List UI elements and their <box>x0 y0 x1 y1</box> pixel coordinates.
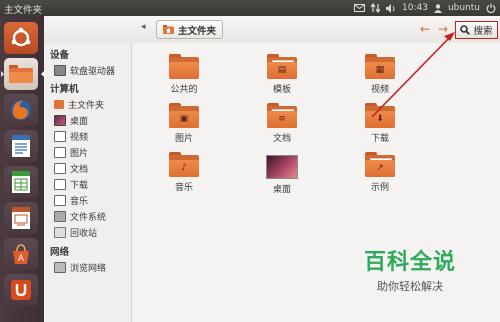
computer-header: 计算机 <box>50 84 79 95</box>
sidebar-item-music[interactable]: 音乐 <box>54 194 88 207</box>
downloads-folder-icon: ⬇ <box>365 103 395 128</box>
location-button-home[interactable]: 主文件夹 <box>156 20 224 39</box>
sidebar-item-label: 视频 <box>70 133 89 143</box>
user-name[interactable]: ubuntu <box>448 3 480 13</box>
sidebar-item-label: 主文件夹 <box>68 101 105 111</box>
documents-folder-icon: ≡ <box>267 103 297 128</box>
devices-header: 设备 <box>50 50 70 61</box>
watermark: 百科全说 助你轻松解决 <box>350 244 470 296</box>
search-button[interactable]: 搜索 <box>455 21 498 39</box>
desktop-folder-icon <box>266 155 298 179</box>
pictures-icon <box>54 147 66 158</box>
network-arrows-icon[interactable] <box>371 3 380 13</box>
home-folder-icon <box>54 100 64 109</box>
ubuntu-one-icon[interactable] <box>4 274 38 306</box>
network-icon <box>54 262 66 273</box>
examples-folder-icon: ↗ <box>365 152 395 177</box>
dash-home-icon[interactable] <box>4 22 38 54</box>
file-item-pictures[interactable]: ▣ 图片 <box>156 103 212 144</box>
sidebar-item-filesystem[interactable]: 文件系统 <box>54 210 106 223</box>
trash-icon <box>54 227 66 238</box>
music-folder-icon: ♪ <box>169 152 199 177</box>
sidebar-item-label: 文件系统 <box>70 213 107 223</box>
file-item-downloads[interactable]: ⬇ 下载 <box>352 103 408 144</box>
file-item-templates[interactable]: ▤ 模板 <box>254 54 310 95</box>
pictures-folder-icon: ▣ <box>169 103 199 128</box>
sidebar-item-label: 软盘驱动器 <box>70 67 116 77</box>
file-name: 桌面 <box>272 185 291 195</box>
sidebar-item-home[interactable]: 主文件夹 <box>54 98 104 111</box>
power-icon[interactable] <box>486 3 496 13</box>
firefox-icon[interactable] <box>4 94 38 126</box>
file-name: 模板 <box>272 85 291 95</box>
back-arrow-icon[interactable]: ← <box>418 22 432 36</box>
sidebar-item-desktop[interactable]: 桌面 <box>54 114 88 127</box>
videos-folder-icon: ▦ <box>365 54 395 79</box>
home-folder-icon <box>163 25 174 34</box>
downloads-icon <box>54 179 66 190</box>
file-name: 图片 <box>174 134 193 144</box>
music-icon <box>54 195 66 206</box>
network-header: 网络 <box>50 247 70 258</box>
file-name: 文档 <box>272 134 291 144</box>
launcher: A <box>0 16 45 322</box>
file-name: 下载 <box>370 134 389 144</box>
location-label: 主文件夹 <box>178 25 217 37</box>
impress-icon[interactable] <box>4 202 38 234</box>
sidebar-item-label: 音乐 <box>70 197 89 207</box>
file-item-music[interactable]: ♪ 音乐 <box>156 152 212 193</box>
desktop-icon <box>54 115 66 126</box>
clock[interactable]: 10:43 <box>402 3 428 13</box>
file-item-videos[interactable]: ▦ 视频 <box>352 54 408 95</box>
watermark-title: 百科全说 <box>363 250 456 275</box>
sidebar-item-label: 下载 <box>70 181 89 191</box>
sidebar-item-label: 浏览网络 <box>70 264 107 274</box>
sidebar-item-pictures[interactable]: 图片 <box>54 146 88 159</box>
public-folder-icon <box>169 54 199 79</box>
sidebar-item-downloads[interactable]: 下载 <box>54 178 88 191</box>
documents-icon <box>54 163 66 174</box>
sidebar-item-label: 文档 <box>70 165 89 175</box>
system-tray: 10:43 ubuntu <box>354 1 496 15</box>
sidebar-item-label: 回收站 <box>70 229 98 239</box>
places-sidebar: 设备 软盘驱动器 计算机 主文件夹 桌面 视频 图片 文档 下载 音乐 文件系统… <box>44 43 132 322</box>
sidebar-item-browse-network[interactable]: 浏览网络 <box>54 261 106 274</box>
sidebar-item-videos[interactable]: 视频 <box>54 130 88 143</box>
file-manager-toolbar: ◂ 主文件夹 ← → <box>44 16 500 44</box>
watermark-subtitle: 助你轻松解决 <box>377 280 443 293</box>
sidebar-item-label: 桌面 <box>70 117 89 127</box>
calc-icon[interactable] <box>4 166 38 198</box>
filesystem-icon <box>54 211 66 222</box>
sidebar-item-documents[interactable]: 文档 <box>54 162 88 175</box>
file-item-desktop[interactable]: 桌面 <box>254 152 310 195</box>
files-icon[interactable] <box>1 58 44 90</box>
window-title: 主文件夹 <box>4 5 43 16</box>
sidebar-item-floppy[interactable]: 软盘驱动器 <box>54 64 115 77</box>
file-name: 公共的 <box>170 85 198 95</box>
svg-text:A: A <box>18 254 25 264</box>
search-label: 搜索 <box>473 26 493 37</box>
file-name: 示例 <box>370 183 389 193</box>
forward-arrow-icon[interactable]: → <box>436 22 450 36</box>
volume-icon[interactable] <box>386 3 396 13</box>
sidebar-item-label: 图片 <box>70 149 89 159</box>
sidebar-item-trash[interactable]: 回收站 <box>54 226 97 239</box>
search-icon <box>460 25 471 35</box>
writer-icon[interactable] <box>4 130 38 162</box>
mail-icon[interactable] <box>354 4 365 12</box>
software-center-icon[interactable]: A <box>4 238 38 270</box>
location-scroll-left-icon[interactable]: ◂ <box>141 22 146 32</box>
templates-folder-icon: ▤ <box>267 54 297 79</box>
floppy-icon <box>54 65 66 76</box>
videos-icon <box>54 131 66 142</box>
file-item-examples[interactable]: ↗ 示例 <box>352 152 408 193</box>
file-name: 音乐 <box>174 183 193 193</box>
file-item-documents[interactable]: ≡ 文档 <box>254 103 310 144</box>
user-icon[interactable] <box>433 3 442 13</box>
file-item-public[interactable]: 公共的 <box>156 54 212 95</box>
file-name: 视频 <box>370 85 389 95</box>
top-panel: 主文件夹 10:43 ubuntu <box>0 0 500 16</box>
